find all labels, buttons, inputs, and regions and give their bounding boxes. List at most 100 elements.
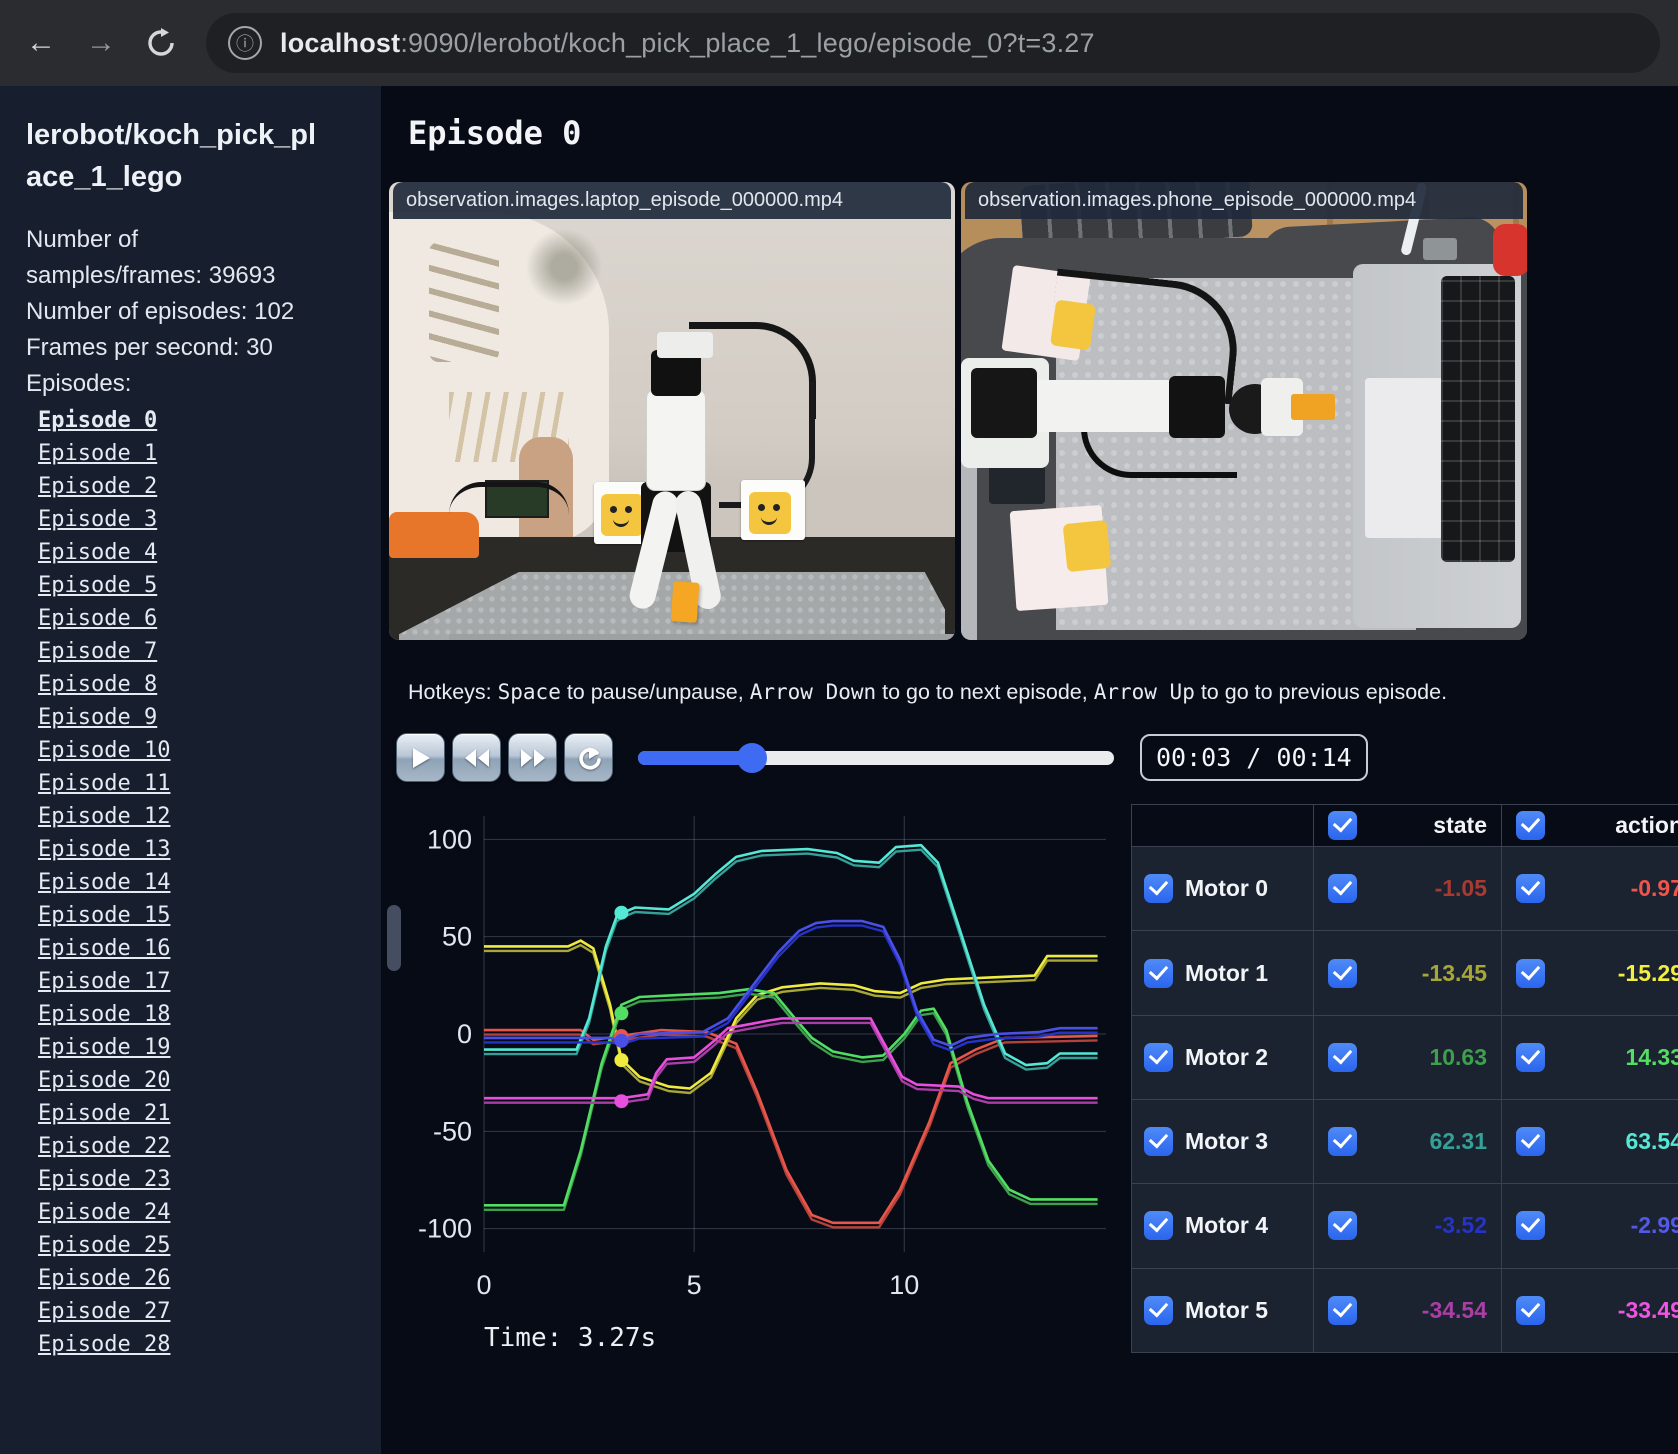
seek-slider-thumb[interactable] <box>737 742 768 773</box>
checkbox-checked[interactable] <box>1516 874 1545 904</box>
motor-chart[interactable]: 100 50 0 -50 -100 0 5 10 Time: 3.27s <box>400 804 1112 1353</box>
episode-link-episode-20[interactable]: Episode 20 <box>38 1068 170 1093</box>
episode-list-item: Episode 9 <box>38 701 381 734</box>
reload-icon[interactable] <box>138 20 184 66</box>
motor-label: Motor 4 <box>1185 1212 1269 1239</box>
motor-action-value: -33.49 <box>1617 1296 1678 1323</box>
checkbox-checked[interactable] <box>1144 1295 1173 1325</box>
site-info-icon[interactable]: ⓘ <box>228 26 262 60</box>
motor-state-value: -34.54 <box>1421 1296 1487 1323</box>
episode-link-episode-8[interactable]: Episode 8 <box>38 672 157 697</box>
sticker <box>1062 519 1112 573</box>
episode-link-episode-13[interactable]: Episode 13 <box>38 837 170 862</box>
checkbox-checked[interactable] <box>1328 1042 1357 1072</box>
x-tick-label: 0 <box>476 1270 491 1300</box>
episode-link-episode-25[interactable]: Episode 25 <box>38 1233 170 1258</box>
episode-link-episode-12[interactable]: Episode 12 <box>38 804 170 829</box>
checkbox-checked[interactable] <box>1144 1211 1173 1241</box>
checkbox-checked[interactable] <box>1516 811 1545 841</box>
episode-link-episode-22[interactable]: Episode 22 <box>38 1134 170 1159</box>
table-row: Motor 0 -1.05 -0.97 <box>1131 846 1678 932</box>
episode-link-episode-15[interactable]: Episode 15 <box>38 903 170 928</box>
episode-link-episode-6[interactable]: Episode 6 <box>38 606 157 631</box>
checkbox-checked[interactable] <box>1144 1042 1173 1072</box>
episode-link-episode-5[interactable]: Episode 5 <box>38 573 157 598</box>
episode-link-episode-26[interactable]: Episode 26 <box>38 1266 170 1291</box>
episode-link-episode-2[interactable]: Episode 2 <box>38 474 157 499</box>
checkbox-checked[interactable] <box>1516 1127 1545 1157</box>
video-phone-header: observation.images.phone_episode_000000.… <box>965 182 1523 219</box>
orange-lego-block <box>1291 394 1335 420</box>
checkbox-checked[interactable] <box>1516 1211 1545 1241</box>
series-state-motor-4 <box>484 924 1098 1052</box>
video-phone-label: observation.images.phone_episode_000000.… <box>978 189 1417 211</box>
rewind-button[interactable] <box>452 733 501 782</box>
episode-link-episode-18[interactable]: Episode 18 <box>38 1002 170 1027</box>
hotkeys-text: Hotkeys: <box>408 680 498 704</box>
red-object <box>1493 224 1527 276</box>
play-button[interactable] <box>396 733 445 782</box>
episode-link-episode-0[interactable]: Episode 0 <box>38 408 157 433</box>
usb-adapter <box>1423 238 1457 260</box>
episode-list-item: Episode 5 <box>38 569 381 602</box>
checkbox-checked[interactable] <box>1328 1127 1357 1157</box>
video-laptop-header: observation.images.laptop_episode_000000… <box>393 182 951 219</box>
video-phone[interactable]: observation.images.phone_episode_000000.… <box>961 182 1527 640</box>
episode-link-episode-24[interactable]: Episode 24 <box>38 1200 170 1225</box>
dataset-info: Number of samples/frames: 39693 Number of … <box>26 222 381 402</box>
seek-slider[interactable] <box>638 742 1114 773</box>
episode-list-item: Episode 27 <box>38 1295 381 1328</box>
video-laptop-frame <box>389 182 955 640</box>
video-laptop[interactable]: observation.images.laptop_episode_000000… <box>389 182 955 640</box>
dataset-info-line: Frames per second: 30 <box>26 334 273 361</box>
checkbox-checked[interactable] <box>1516 1295 1545 1325</box>
checkbox-checked[interactable] <box>1328 874 1357 904</box>
episode-link-episode-21[interactable]: Episode 21 <box>38 1101 170 1126</box>
address-bar[interactable]: ⓘ localhost:9090/lerobot/koch_pick_place… <box>206 13 1660 73</box>
episode-link-episode-16[interactable]: Episode 16 <box>38 936 170 961</box>
checkbox-checked[interactable] <box>1144 958 1173 988</box>
episode-link-episode-1[interactable]: Episode 1 <box>38 441 157 466</box>
checkbox-checked[interactable] <box>1328 1211 1357 1241</box>
episode-link-episode-9[interactable]: Episode 9 <box>38 705 157 730</box>
main-content: Episode 0 observation.images.laptop_epis… <box>381 86 1678 1454</box>
checkbox-checked[interactable] <box>1144 1127 1173 1157</box>
episode-link-episode-3[interactable]: Episode 3 <box>38 507 157 532</box>
motor-action-value: -15.29 <box>1617 959 1678 986</box>
episode-link-episode-23[interactable]: Episode 23 <box>38 1167 170 1192</box>
checkbox-checked[interactable] <box>1328 1295 1357 1325</box>
episode-list-item: Episode 26 <box>38 1262 381 1295</box>
episode-link-episode-17[interactable]: Episode 17 <box>38 969 170 994</box>
episode-link-episode-14[interactable]: Episode 14 <box>38 870 170 895</box>
episode-link-episode-11[interactable]: Episode 11 <box>38 771 170 796</box>
lego-baseplate-edge <box>449 634 955 640</box>
sidebar: lerobot/koch_pick_place_1_lego Number of… <box>0 86 381 1454</box>
episode-list-item: Episode 25 <box>38 1229 381 1262</box>
checkbox-checked[interactable] <box>1144 874 1173 904</box>
y-tick-label: 0 <box>457 1019 472 1049</box>
episode-list-item: Episode 11 <box>38 767 381 800</box>
url-text: localhost:9090/lerobot/koch_pick_place_1… <box>280 28 1095 59</box>
checkbox-checked[interactable] <box>1516 958 1545 988</box>
episode-link-episode-28[interactable]: Episode 28 <box>38 1332 170 1357</box>
fast-forward-button[interactable] <box>508 733 557 782</box>
episode-link-episode-4[interactable]: Episode 4 <box>38 540 157 565</box>
loop-button[interactable] <box>564 733 613 782</box>
episode-list-item: Episode 6 <box>38 602 381 635</box>
checkbox-checked[interactable] <box>1328 958 1357 988</box>
motor-state-value: -1.05 <box>1434 875 1487 902</box>
forward-icon[interactable]: → <box>78 20 124 66</box>
laptop-keyboard <box>1441 276 1515 562</box>
checkbox-checked[interactable] <box>1328 811 1357 841</box>
motor-action-value: 14.33 <box>1625 1043 1678 1070</box>
checkbox-checked[interactable] <box>1516 1042 1545 1072</box>
episode-link-episode-7[interactable]: Episode 7 <box>38 639 157 664</box>
back-icon[interactable]: ← <box>18 20 64 66</box>
episode-link-episode-19[interactable]: Episode 19 <box>38 1035 170 1060</box>
scrollbar-thumb[interactable] <box>387 905 401 971</box>
episode-link-episode-10[interactable]: Episode 10 <box>38 738 170 763</box>
dataset-info-line: Episodes: <box>26 370 132 397</box>
episode-link-episode-27[interactable]: Episode 27 <box>38 1299 170 1324</box>
url-path: :9090/lerobot/koch_pick_place_1_lego/epi… <box>400 27 1095 58</box>
hotkeys-help-text: Hotkeys: Space to pause/unpause, Arrow D… <box>408 680 1678 705</box>
